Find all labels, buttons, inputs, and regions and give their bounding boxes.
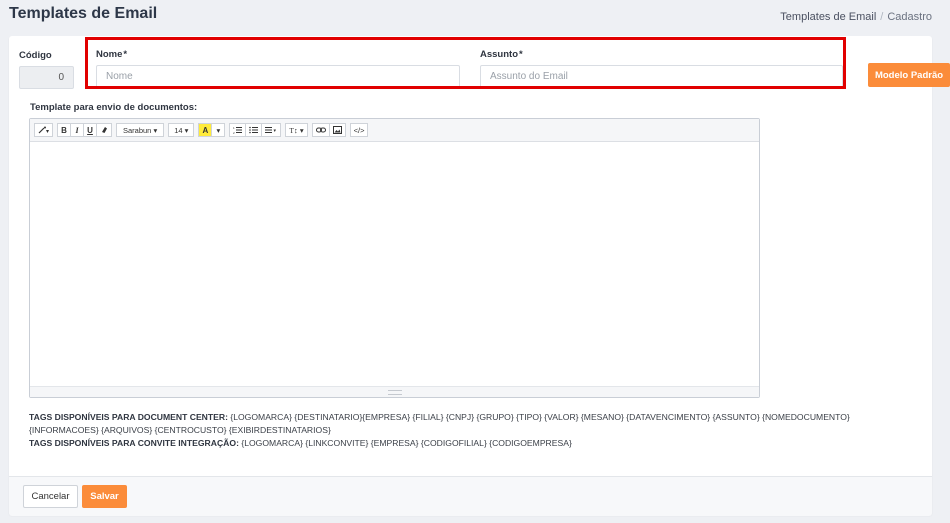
- document-center-tags-label: TAGS DISPONÍVEIS PARA DOCUMENT CENTER:: [29, 412, 228, 422]
- breadcrumb-parent[interactable]: Templates de Email: [780, 11, 876, 23]
- nome-required-mark: *: [123, 49, 128, 60]
- unordered-list-icon[interactable]: [245, 123, 263, 137]
- form-card: Código 0 Nome* Nome Assunto* Assunto do …: [9, 36, 950, 516]
- editor-content-area[interactable]: [30, 142, 759, 388]
- magic-wand-icon[interactable]: ▾: [34, 123, 53, 137]
- convite-tags-values: {LOGOMARCA} {LINKCONVITE} {EMPRESA} {COD…: [241, 438, 572, 448]
- svg-text:▾: ▾: [46, 129, 49, 134]
- svg-text:▾: ▾: [274, 128, 277, 134]
- nome-label-text: Nome: [96, 49, 123, 60]
- underline-label: U: [87, 125, 93, 135]
- bold-button[interactable]: B: [57, 123, 71, 137]
- assunto-required-mark: *: [519, 49, 523, 60]
- assunto-placeholder: Assunto do Email: [490, 71, 568, 82]
- svg-text:2: 2: [233, 131, 235, 134]
- convite-tags: TAGS DISPONÍVEIS PARA CONVITE INTEGRAÇÃO…: [29, 437, 909, 450]
- code-view-label: </>: [353, 125, 365, 135]
- assunto-label: Assunto*: [480, 49, 523, 60]
- document-center-tags: TAGS DISPONÍVEIS PARA DOCUMENT CENTER: {…: [29, 411, 909, 437]
- breadcrumb: Templates de Email / Cadastro: [780, 11, 932, 23]
- text-color-button[interactable]: A: [198, 123, 213, 137]
- editor-toolbar: ▾ B I U Sarabun ▾ 14 ▾ A ▾ 1 2 ▾ T↕ ▾ </…: [30, 119, 759, 142]
- italic-button[interactable]: I: [70, 123, 84, 137]
- template-label: Template para envio de documentos:: [30, 102, 198, 113]
- codigo-value: 0: [58, 72, 64, 83]
- ordered-list-icon[interactable]: 12: [229, 123, 247, 137]
- bold-label: B: [61, 125, 67, 135]
- nome-placeholder: Nome: [106, 71, 133, 82]
- font-family-dropdown[interactable]: Sarabun ▾: [116, 123, 165, 137]
- editor-resize-handle[interactable]: [30, 386, 759, 397]
- image-icon[interactable]: [328, 123, 346, 137]
- rich-text-editor: ▾ B I U Sarabun ▾ 14 ▾ A ▾ 1 2 ▾ T↕ ▾ </…: [29, 118, 760, 398]
- italic-label: I: [75, 125, 79, 135]
- convite-tags-label: TAGS DISPONÍVEIS PARA CONVITE INTEGRAÇÃO…: [29, 438, 239, 448]
- font-size-value: 14: [174, 125, 183, 135]
- line-height-dropdown[interactable]: T↕ ▾: [285, 123, 308, 137]
- page-title: Templates de Email: [9, 5, 158, 22]
- svg-text:1: 1: [233, 126, 235, 130]
- nome-field[interactable]: Nome: [96, 65, 460, 88]
- nome-label: Nome*: [96, 49, 127, 60]
- modelo-padrao-button[interactable]: Modelo Padrão: [868, 63, 950, 87]
- align-icon[interactable]: ▾: [261, 123, 282, 137]
- link-icon[interactable]: [311, 123, 330, 137]
- breadcrumb-current: Cadastro: [887, 11, 932, 23]
- breadcrumb-separator: /: [880, 11, 884, 23]
- code-view-button[interactable]: </>: [349, 123, 369, 137]
- save-button[interactable]: Salvar: [82, 485, 127, 508]
- assunto-label-text: Assunto: [480, 49, 518, 60]
- text-color-letter: A: [202, 125, 209, 135]
- eraser-icon[interactable]: [96, 123, 112, 137]
- font-family-value: Sarabun: [123, 125, 152, 135]
- chevron-down-icon[interactable]: ▾: [211, 123, 226, 137]
- codigo-label: Código: [19, 50, 52, 61]
- form-footer: Cancelar Salvar: [9, 476, 932, 516]
- codigo-field: 0: [19, 66, 74, 89]
- grip-icon: [387, 389, 402, 395]
- underline-button[interactable]: U: [83, 123, 97, 137]
- line-height-label: T↕: [289, 125, 298, 135]
- tags-info: TAGS DISPONÍVEIS PARA DOCUMENT CENTER: {…: [29, 411, 909, 450]
- assunto-field[interactable]: Assunto do Email: [480, 65, 843, 88]
- font-size-dropdown[interactable]: 14 ▾: [168, 123, 195, 137]
- cancel-button[interactable]: Cancelar: [23, 485, 78, 508]
